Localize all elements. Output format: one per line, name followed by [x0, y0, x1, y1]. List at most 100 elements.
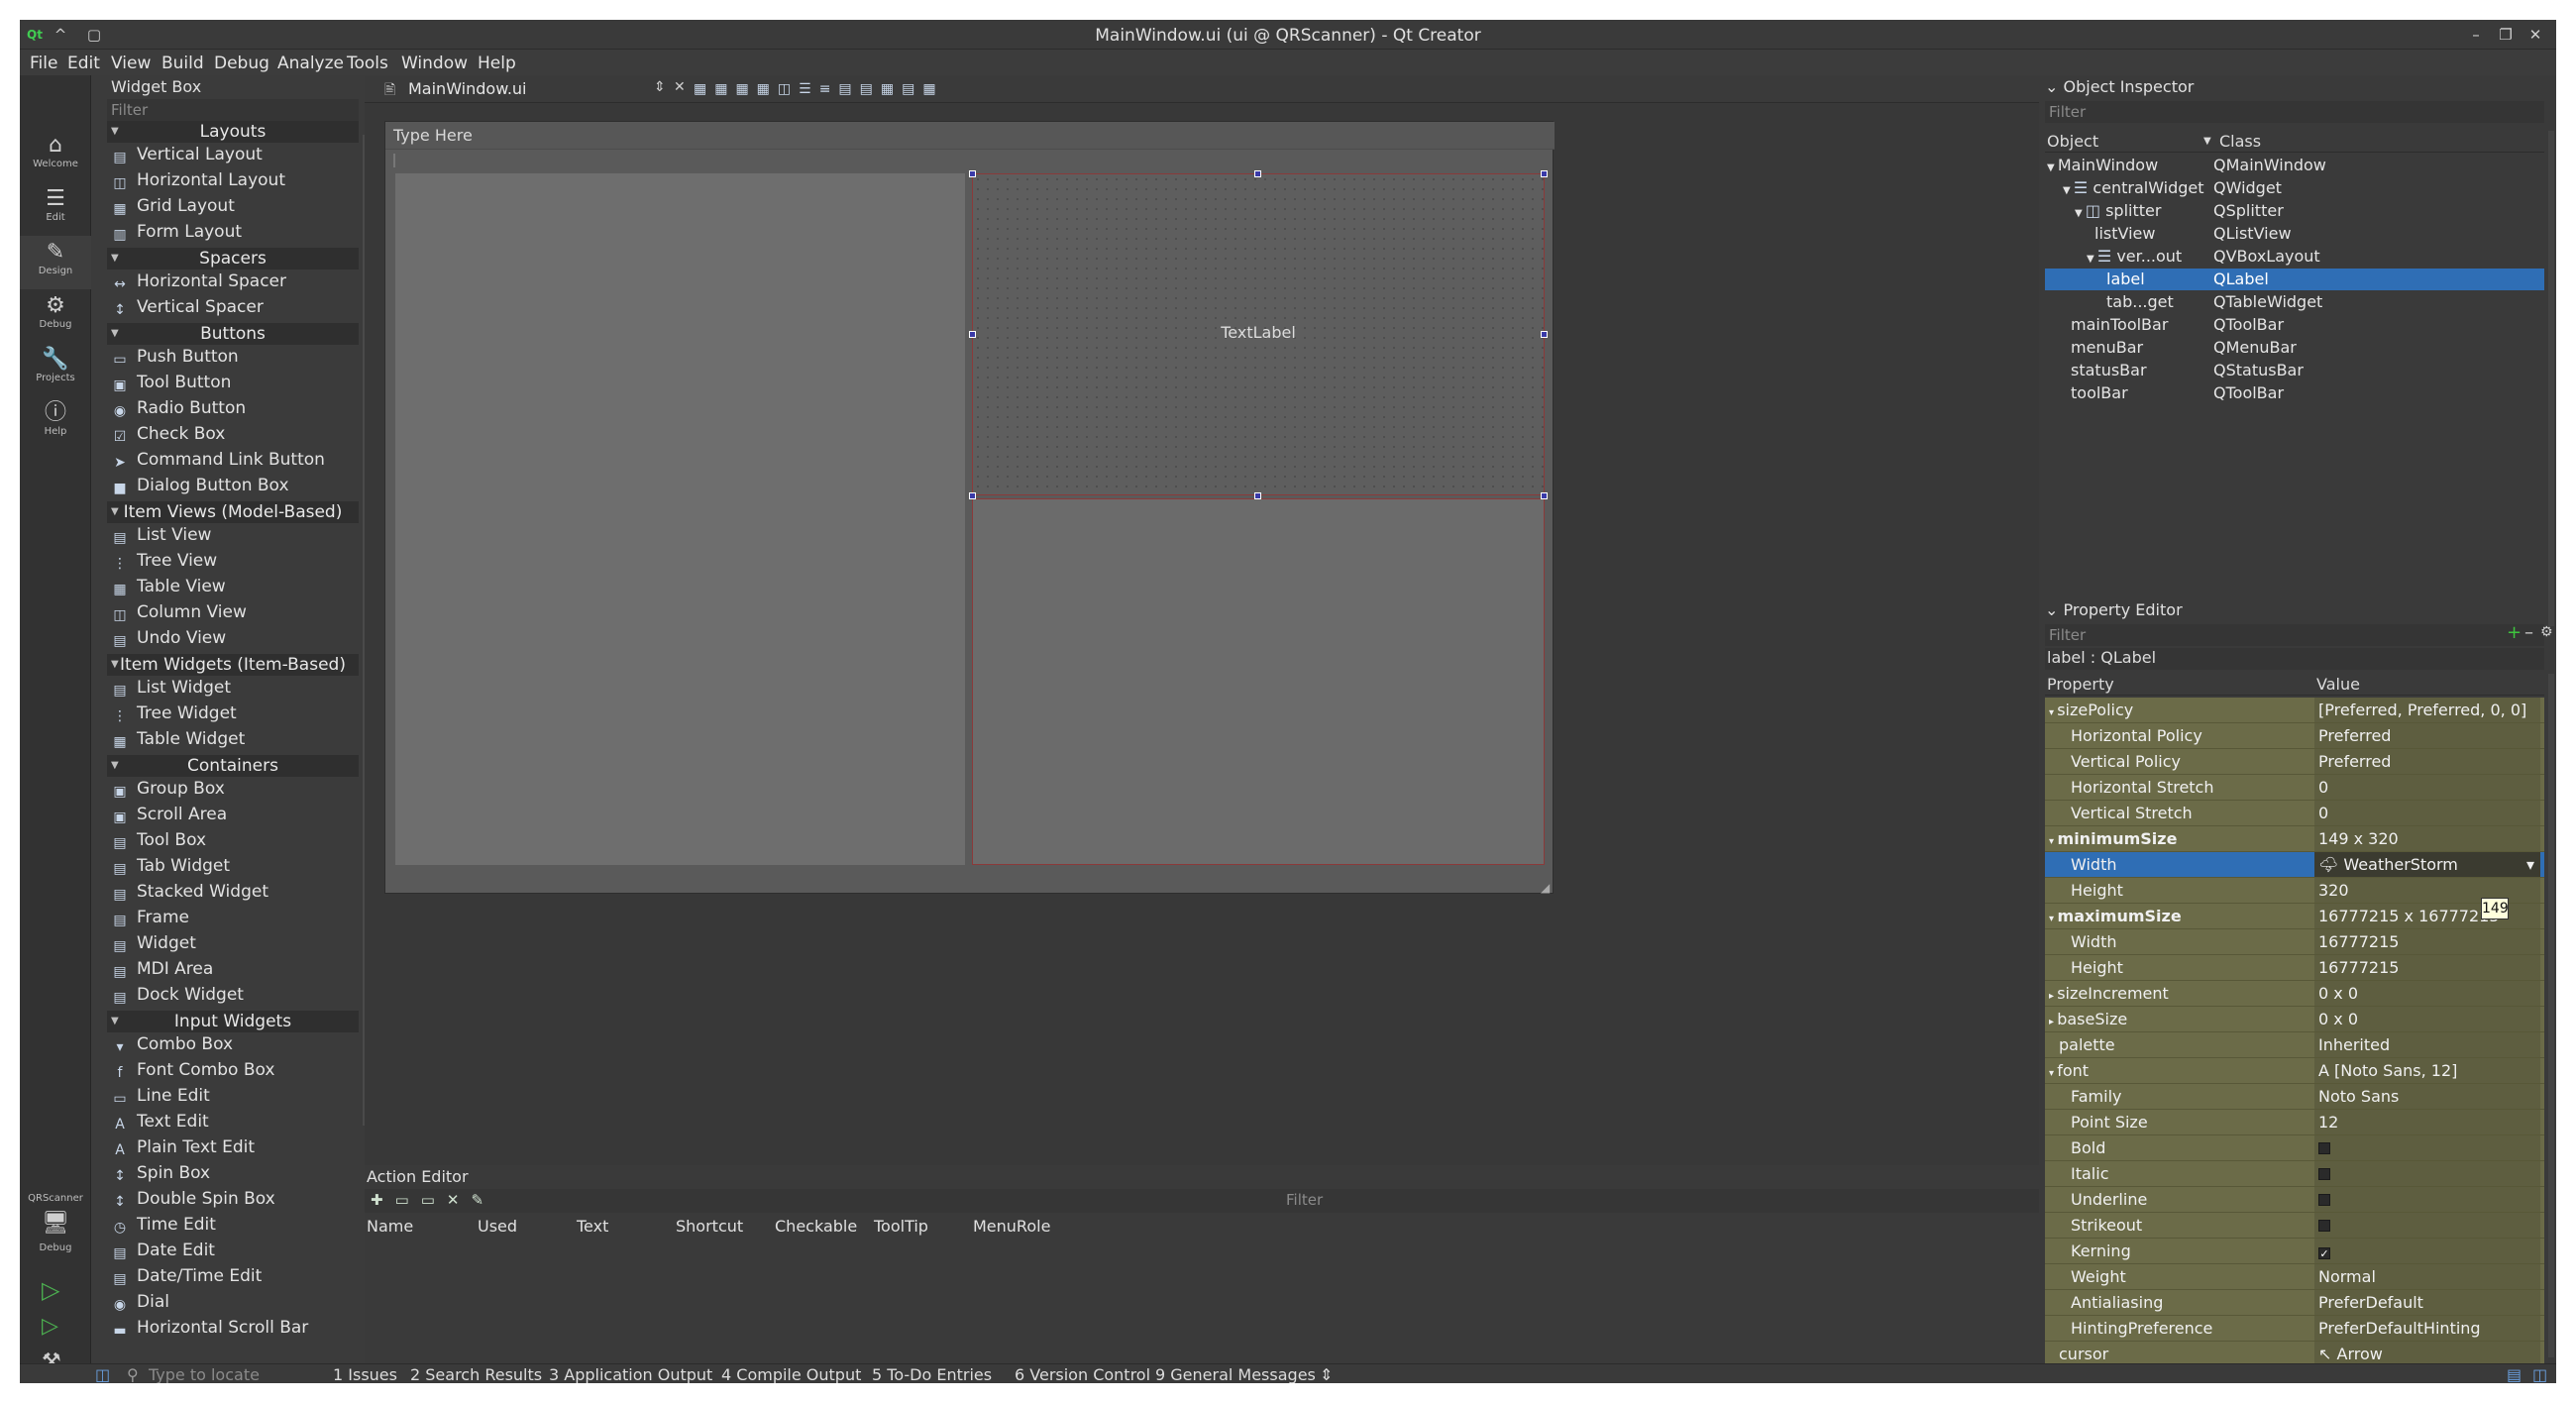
type-here-placeholder[interactable]: Type Here [393, 126, 473, 145]
property-row[interactable]: Horizontal Stretch 0 [2045, 775, 2544, 801]
widget-item[interactable]: ▤ Vertical Layout [107, 143, 359, 166]
object-tree-row[interactable]: toolBar QToolBar [2045, 382, 2544, 404]
widget-item[interactable]: ▥ Form Layout [107, 220, 359, 244]
widget-item[interactable]: ◉ Radio Button [107, 396, 359, 420]
toggle-output-icon[interactable]: ▤ [2507, 1365, 2522, 1383]
column-header[interactable]: ToolTip [874, 1217, 928, 1236]
widget-item[interactable]: ▭ Push Button [107, 345, 359, 369]
widget-item[interactable]: ▬ Horizontal Scroll Bar [107, 1316, 359, 1340]
property-value[interactable]: Preferred [2314, 723, 2540, 748]
form-menubar[interactable]: Type Here [385, 122, 1555, 150]
kit-selector[interactable]: 🖥 Debug [20, 1211, 91, 1260]
column-header[interactable]: Name [367, 1217, 413, 1236]
selection-handle[interactable] [969, 492, 976, 499]
remove-property-icon[interactable]: – [2524, 622, 2533, 643]
property-row[interactable]: Height 16777215 [2045, 955, 2544, 981]
form-list-view[interactable] [395, 173, 965, 865]
close-file-icon[interactable]: ✕ [674, 79, 686, 95]
output-tab-application-output[interactable]: 3 Application Output [549, 1365, 712, 1383]
run-icon[interactable]: ▷ [42, 1276, 59, 1304]
widget-item[interactable]: ↕ Double Spin Box [107, 1187, 359, 1211]
expand-arrow-icon[interactable]: ▾ [2049, 707, 2057, 718]
output-tab-general-messages[interactable]: 9 General Messages [1155, 1365, 1316, 1383]
widget-item[interactable]: ▤ Widget [107, 931, 359, 955]
property-row[interactable]: ▾ sizePolicy [Preferred, Preferred, 0, 0] [2045, 698, 2544, 723]
widget-item[interactable]: ↕ Vertical Spacer [107, 295, 359, 319]
column-header[interactable]: Used [478, 1217, 517, 1236]
widget-item[interactable]: ⋮ Tree View [107, 549, 359, 573]
property-value[interactable]: Inherited [2314, 1032, 2540, 1057]
property-value[interactable]: 🌩 WeatherStorm ▾ [2314, 852, 2540, 877]
property-value[interactable] [2314, 1135, 2540, 1160]
dropdown-arrow-icon[interactable]: ▾ [2526, 852, 2534, 878]
property-value[interactable]: A [Noto Sans, 12] [2314, 1058, 2540, 1083]
menu-help[interactable]: Help [478, 54, 516, 73]
property-row[interactable]: Vertical Policy Preferred [2045, 749, 2544, 775]
action-filter-input[interactable]: Filter [1286, 1191, 1323, 1209]
mode-help[interactable]: ⓘ Help [20, 396, 91, 450]
configure-icon[interactable]: ⚙ [2540, 624, 2553, 640]
property-row[interactable]: Height 320 [2045, 878, 2544, 904]
menu-tools[interactable]: Tools [347, 54, 388, 73]
column-header[interactable]: Checkable [775, 1217, 857, 1236]
widget-category-containers[interactable]: ▼ Containers [107, 755, 359, 777]
output-tab-compile-output[interactable]: 4 Compile Output [721, 1365, 861, 1383]
property-value[interactable] [2314, 1213, 2540, 1238]
property-row[interactable]: Bold [2045, 1135, 2544, 1161]
menu-view[interactable]: View [111, 54, 151, 73]
widget-item[interactable]: ◫ Column View [107, 600, 359, 624]
debug-run-icon[interactable]: ▷ [42, 1314, 58, 1339]
widget-item[interactable]: ▭ Line Edit [107, 1084, 359, 1108]
form-table-widget[interactable] [972, 498, 1545, 865]
selection-handle[interactable] [1541, 331, 1548, 338]
menu-build[interactable]: Build [161, 54, 204, 73]
expand-arrow-icon[interactable]: ▼ [2075, 208, 2086, 219]
widget-category-item-views[interactable]: ▼ Item Views (Model-Based) [107, 501, 359, 523]
property-value[interactable]: 0 x 0 [2314, 1007, 2540, 1031]
widget-item[interactable]: ▤ MDI Area [107, 957, 359, 981]
property-row[interactable]: Family Noto Sans [2045, 1084, 2544, 1110]
property-row[interactable]: Width 🌩 WeatherStorm ▾ [2045, 852, 2544, 878]
property-value[interactable] [2314, 1187, 2540, 1212]
expand-arrow-icon[interactable]: ▸ [2049, 991, 2057, 1002]
property-row[interactable]: ▸ sizeIncrement 0 x 0 [2045, 981, 2544, 1007]
widget-item[interactable]: ■ Dialog Button Box [107, 474, 359, 497]
column-header[interactable]: MenuRole [973, 1217, 1050, 1236]
minimize-icon[interactable]: – [2467, 26, 2485, 44]
widget-item[interactable]: A Plain Text Edit [107, 1135, 359, 1159]
menu-file[interactable]: File [30, 54, 57, 73]
output-tab-todo[interactable]: 5 To-Do Entries [872, 1365, 992, 1383]
action-tools-icons[interactable]: ✚▭▭✕✎ [371, 1191, 495, 1209]
value-column-header[interactable]: Value [2316, 674, 2360, 696]
widget-category-buttons[interactable]: ▼ Buttons [107, 323, 359, 345]
widget-item[interactable]: ▦ Table Widget [107, 727, 359, 751]
toggle-right-sidebar-icon[interactable]: ◫ [2532, 1365, 2547, 1383]
property-value[interactable]: PreferDefault [2314, 1290, 2540, 1315]
file-tab[interactable]: MainWindow.ui [408, 79, 526, 98]
selection-handle[interactable] [1541, 170, 1548, 177]
checkbox[interactable] [2318, 1220, 2330, 1232]
menu-window[interactable]: Window [401, 54, 468, 73]
widget-item[interactable]: ◷ Time Edit [107, 1213, 359, 1237]
more-tabs-icon[interactable]: ⇕ [1320, 1365, 1333, 1383]
property-row[interactable]: ▸ baseSize 0 x 0 [2045, 1007, 2544, 1032]
property-row[interactable]: Horizontal Policy Preferred [2045, 723, 2544, 749]
mode-design[interactable]: ✎ Design [20, 236, 91, 289]
object-inspector-scrollbar[interactable] [2548, 131, 2554, 626]
object-tree-row[interactable]: label QLabel [2045, 269, 2544, 290]
property-row[interactable]: Point Size 12 [2045, 1110, 2544, 1135]
property-row[interactable]: ▾ font A [Noto Sans, 12] [2045, 1058, 2544, 1084]
property-value[interactable]: 16777215 [2314, 929, 2540, 954]
widget-item[interactable]: ◫ Horizontal Layout [107, 168, 359, 192]
add-property-icon[interactable]: + [2507, 622, 2522, 643]
expand-arrow-icon[interactable]: ▾ [2049, 836, 2058, 847]
expand-arrow-icon[interactable]: ▾ [2049, 1068, 2057, 1079]
menu-analyze[interactable]: Analyze [277, 54, 344, 73]
checkbox[interactable] [2318, 1194, 2330, 1206]
property-row[interactable]: HintingPreference PreferDefaultHinting [2045, 1316, 2544, 1342]
property-value[interactable]: ✓ [2314, 1239, 2540, 1263]
mode-welcome[interactable]: ⌂ Welcome [20, 129, 91, 182]
property-value[interactable]: 0 x 0 [2314, 981, 2540, 1006]
expand-arrow-icon[interactable]: ▸ [2049, 1017, 2057, 1027]
property-row[interactable]: Weight Normal [2045, 1264, 2544, 1290]
